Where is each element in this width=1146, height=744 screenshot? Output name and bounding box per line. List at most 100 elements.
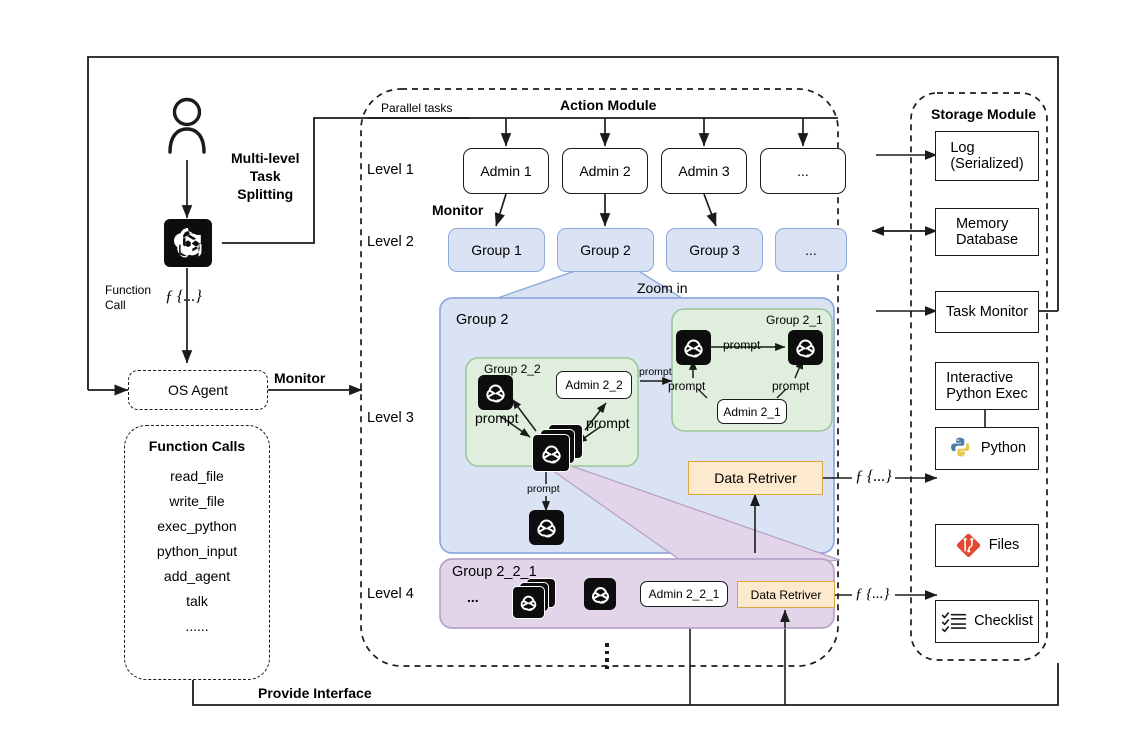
parallel-tasks-label: Parallel tasks (381, 101, 453, 115)
prompt-label-g22-3: prompt (527, 483, 560, 495)
files-glyph (956, 533, 980, 558)
admin-2-2-1-box[interactable]: Admin 2_2_1 (640, 581, 728, 607)
admin-2-2-1-label: Admin 2_2_1 (648, 587, 720, 601)
level-1-label: Level 1 (367, 162, 414, 178)
storage-item-files-text: Files (988, 537, 1020, 554)
storage-item-checklist-text: Checklist (974, 613, 1033, 630)
function-call-line2: Call (105, 298, 126, 312)
admin-2-1-label: Admin 2_1 (723, 404, 781, 419)
prompt-label-g22-1: prompt (475, 410, 519, 426)
ellipsis-dot (605, 643, 609, 647)
level2-label-2: Group 3 (689, 242, 740, 258)
function-call-item[interactable]: ...... (125, 618, 269, 634)
checklist-glyph (941, 611, 967, 632)
prompt-label-bridge: prompt (639, 366, 672, 378)
function-call-item[interactable]: read_file (125, 468, 269, 484)
openai-glyph (537, 519, 556, 538)
level1-label-1: Admin 2 (579, 163, 631, 179)
function-call-item[interactable]: exec_python (125, 518, 269, 534)
function-calls-list: read_file write_file exec_python python_inp… (125, 468, 269, 634)
function-call-item[interactable]: write_file (125, 493, 269, 509)
agent-icon-g22-a[interactable] (478, 375, 513, 410)
level-4-label: Level 4 (367, 586, 414, 602)
agent-icon-g22-lone[interactable] (529, 510, 564, 545)
data-retriver-level3-label: Data Retriver (714, 470, 797, 486)
storage-item-memory-line2: Database (955, 232, 1019, 248)
agent-stack-level4[interactable] (510, 578, 562, 619)
data-retriver-level3-fn: ƒ {...} (855, 468, 892, 485)
prompt-label-g21-top: prompt (723, 338, 761, 352)
openai-glyph (520, 595, 537, 611)
agent-stack-l4-sheet-1 (512, 586, 545, 619)
openai-glyph (486, 384, 505, 403)
main-agent-icon[interactable] (164, 219, 212, 267)
storage-item-log-text: Log (Serialized) (950, 140, 1023, 172)
level-2-label: Level 2 (367, 234, 414, 250)
storage-item-ipy-text: Interactive Python Exec (946, 370, 1027, 402)
vertical-ellipsis (605, 643, 609, 669)
storage-item-memory-database[interactable]: Memory Database (935, 208, 1039, 256)
ellipsis-dot (605, 665, 609, 669)
agent-icon-g21-b[interactable] (788, 330, 823, 365)
data-retriver-level4[interactable]: Data Retriver (737, 581, 835, 608)
storage-item-memory-line1: Memory (955, 215, 1009, 232)
function-call-symbol: ƒ {...} (165, 288, 202, 305)
level2-node-group-3[interactable]: Group 3 (666, 228, 763, 272)
admin-2-2-label: Admin 2_2 (565, 378, 623, 392)
diagram-canvas: Multi-level Task Splitting Function Call… (0, 0, 1146, 744)
level1-node-more[interactable]: ... (760, 148, 846, 194)
storage-item-files[interactable]: Files (935, 524, 1039, 567)
level1-node-admin-3[interactable]: Admin 3 (661, 148, 747, 194)
agent-stack-g22[interactable] (528, 424, 584, 472)
level2-label-1: Group 2 (580, 242, 631, 258)
admin-2-1-box[interactable]: Admin 2_1 (717, 399, 787, 424)
os-agent-box[interactable]: OS Agent (128, 370, 268, 410)
openai-glyph (591, 586, 609, 604)
task-splitting-line1: Multi-level (231, 150, 300, 166)
group-2-label: Group 2 (456, 312, 509, 328)
level2-node-group-1[interactable]: Group 1 (448, 228, 545, 272)
openai-glyph (684, 339, 703, 358)
function-call-item[interactable]: python_input (125, 543, 269, 559)
openai-glyph (796, 339, 815, 358)
data-retriver-level3[interactable]: Data Retriver (688, 461, 823, 495)
monitor-label-left: Monitor (274, 370, 326, 386)
action-module-title: Action Module (560, 97, 657, 113)
storage-item-task-monitor[interactable]: Task Monitor (935, 291, 1039, 333)
data-retriver-level4-label: Data Retriver (750, 587, 822, 602)
function-call-item[interactable]: talk (125, 593, 269, 609)
storage-item-ipy-line2: Python Exec (946, 386, 1028, 402)
prompt-label-g21-right: prompt (772, 379, 810, 393)
admin-2-2-box[interactable]: Admin 2_2 (556, 371, 632, 399)
agent-icon-g21-a[interactable] (676, 330, 711, 365)
level1-label-2: Admin 3 (678, 163, 730, 179)
level-3-label: Level 3 (367, 410, 414, 426)
python-glyph (950, 437, 970, 457)
storage-item-interactive-python-exec[interactable]: Interactive Python Exec (935, 362, 1039, 410)
storage-item-python[interactable]: Python (935, 427, 1039, 470)
task-splitting-line2: Task (249, 167, 281, 184)
checklist-icon (941, 610, 967, 634)
storage-item-log-line1: Log (950, 139, 975, 156)
prompt-label-g21-left: prompt (668, 379, 706, 393)
level2-label-3: ... (805, 242, 817, 258)
level2-node-more[interactable]: ... (775, 228, 847, 272)
level1-node-admin-1[interactable]: Admin 1 (463, 148, 549, 194)
provide-interface-label: Provide Interface (258, 685, 372, 701)
prompt-label-g22-2: prompt (586, 415, 630, 431)
openai-glyph (541, 445, 561, 463)
function-call-label: Function Call (105, 283, 151, 313)
level1-node-admin-2[interactable]: Admin 2 (562, 148, 648, 194)
task-splitting-line3: Splitting (237, 185, 294, 202)
storage-item-log[interactable]: Log (Serialized) (935, 131, 1039, 181)
function-call-line1: Function (105, 283, 152, 297)
storage-item-checklist[interactable]: Checklist (935, 600, 1039, 643)
task-splitting-label: Multi-level Task Splitting (231, 150, 299, 204)
function-call-item[interactable]: add_agent (125, 568, 269, 584)
group-2-1-label: Group 2_1 (766, 313, 823, 327)
agent-icon-level4[interactable] (584, 578, 616, 610)
function-calls-panel: Function Calls read_file write_file exec_p… (124, 425, 270, 680)
group-2-2-label: Group 2_2 (484, 362, 541, 376)
level2-node-group-2[interactable]: Group 2 (557, 228, 654, 272)
storage-item-ipy-line1: Interactive (946, 369, 1014, 386)
